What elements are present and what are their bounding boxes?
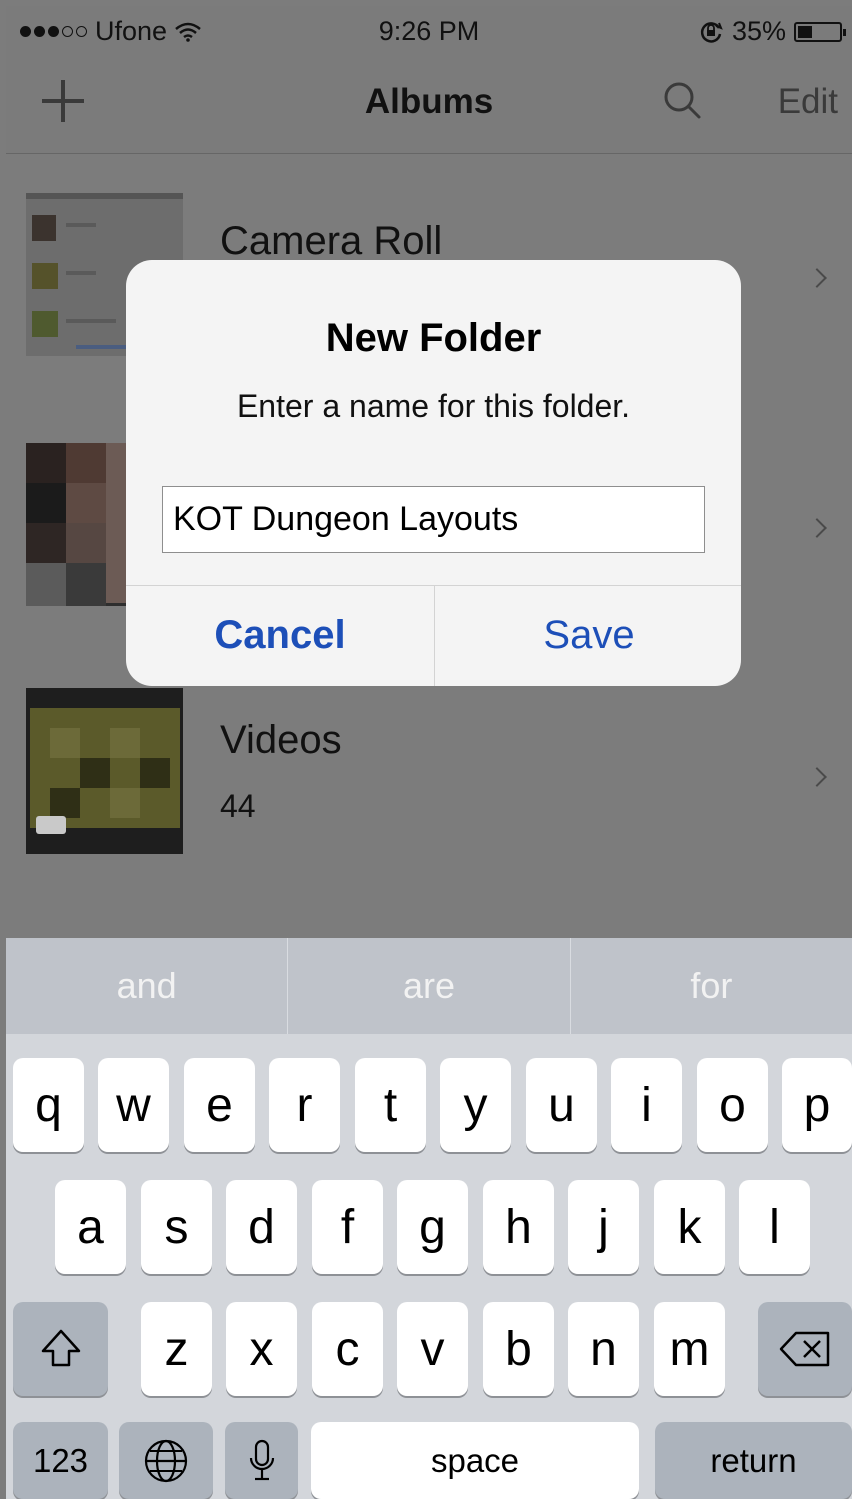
shift-key[interactable] — [13, 1302, 108, 1396]
edit-button[interactable]: Edit — [778, 82, 838, 122]
key-i[interactable]: i — [611, 1058, 682, 1152]
microphone-icon — [249, 1439, 274, 1480]
key-v[interactable]: v — [397, 1302, 468, 1396]
key-b[interactable]: b — [483, 1302, 554, 1396]
cancel-button[interactable]: Cancel — [126, 585, 434, 686]
battery-percent: 35% — [731, 16, 786, 46]
numbers-key[interactable]: 123 — [13, 1422, 108, 1499]
keyboard: q w e r t y u i o p a s d f g h j k l z … — [6, 1034, 852, 1499]
dialog-message: Enter a name for this folder. — [236, 388, 631, 424]
status-bar: Ufone 9:26 PM 35% — [6, 6, 852, 56]
suggestion-item[interactable]: and — [6, 938, 287, 1034]
chevron-right-icon — [807, 518, 827, 538]
rotation-lock-icon — [700, 21, 723, 43]
delete-key[interactable] — [758, 1302, 852, 1396]
page-title: Albums — [364, 82, 494, 121]
key-a[interactable]: a — [55, 1180, 126, 1274]
key-p[interactable]: p — [782, 1058, 852, 1152]
key-n[interactable]: n — [568, 1302, 639, 1396]
key-g[interactable]: g — [397, 1180, 468, 1274]
album-count: 44 — [220, 788, 256, 824]
new-folder-dialog: New Folder Enter a name for this folder.… — [126, 260, 741, 686]
album-name: Camera Roll — [220, 219, 443, 263]
dictation-key[interactable] — [225, 1422, 298, 1499]
album-thumbnail — [26, 688, 183, 854]
delete-icon — [779, 1331, 830, 1367]
key-e[interactable]: e — [184, 1058, 255, 1152]
key-s[interactable]: s — [141, 1180, 212, 1274]
globe-icon — [144, 1439, 188, 1482]
key-l[interactable]: l — [739, 1180, 810, 1274]
return-key[interactable]: return — [655, 1422, 852, 1499]
key-y[interactable]: y — [440, 1058, 511, 1152]
key-r[interactable]: r — [269, 1058, 340, 1152]
folder-name-input[interactable] — [162, 486, 705, 553]
key-u[interactable]: u — [526, 1058, 597, 1152]
navigation-bar: Albums Edit — [6, 56, 852, 154]
search-icon[interactable] — [662, 80, 702, 120]
video-camera-icon — [36, 816, 66, 834]
key-h[interactable]: h — [483, 1180, 554, 1274]
key-z[interactable]: z — [141, 1302, 212, 1396]
battery-level — [798, 25, 812, 38]
key-w[interactable]: w — [98, 1058, 169, 1152]
key-x[interactable]: x — [226, 1302, 297, 1396]
globe-key[interactable] — [119, 1422, 213, 1499]
key-o[interactable]: o — [697, 1058, 768, 1152]
chevron-right-icon — [807, 767, 827, 787]
key-f[interactable]: f — [312, 1180, 383, 1274]
status-right: 35% — [698, 16, 846, 47]
shift-icon — [41, 1329, 80, 1367]
key-q[interactable]: q — [13, 1058, 84, 1152]
key-d[interactable]: d — [226, 1180, 297, 1274]
chevron-right-icon — [807, 268, 827, 288]
dialog-title: New Folder — [325, 316, 542, 360]
battery-icon — [794, 21, 846, 42]
key-c[interactable]: c — [312, 1302, 383, 1396]
album-name: Videos — [220, 718, 342, 762]
suggestion-item[interactable]: are — [287, 938, 569, 1034]
key-j[interactable]: j — [568, 1180, 639, 1274]
key-k[interactable]: k — [654, 1180, 725, 1274]
save-button[interactable]: Save — [435, 585, 741, 686]
suggestion-item[interactable]: for — [569, 938, 852, 1034]
predictive-text-bar: and are for — [6, 938, 852, 1034]
key-t[interactable]: t — [355, 1058, 426, 1152]
key-m[interactable]: m — [654, 1302, 725, 1396]
album-row-videos[interactable]: Videos 44 — [6, 688, 852, 888]
space-key[interactable]: space — [311, 1422, 639, 1499]
